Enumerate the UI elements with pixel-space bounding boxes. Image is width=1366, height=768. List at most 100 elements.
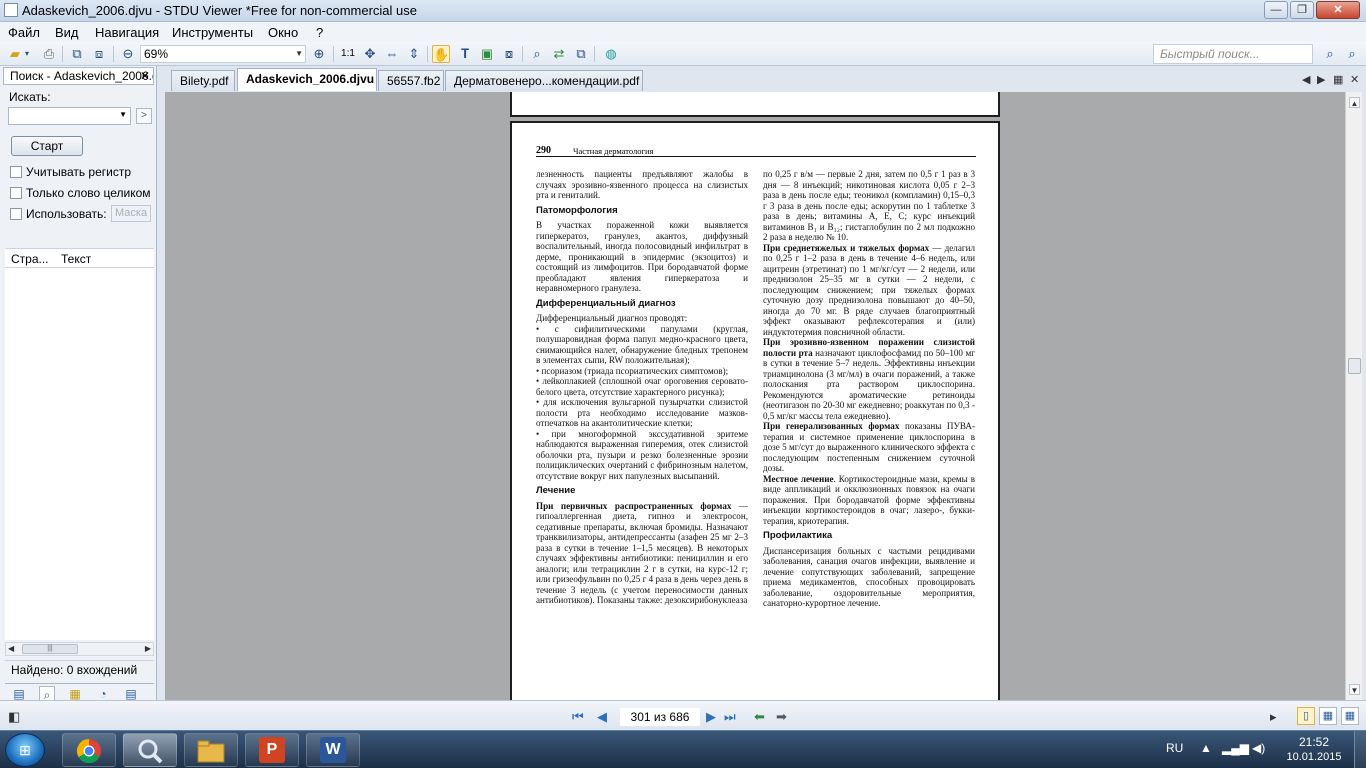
collapse-panel-icon[interactable]: ◧ xyxy=(8,709,20,725)
page-layout-icon[interactable]: ⧈ xyxy=(90,45,108,63)
last-page-icon[interactable]: ⏭ xyxy=(724,709,736,725)
paragraph: Диспансеризация больных с частыми рециди… xyxy=(763,545,975,609)
forward-icon[interactable]: ➡ xyxy=(776,709,787,725)
scroll-left-icon[interactable]: ◀ xyxy=(8,643,14,655)
case-checkbox[interactable] xyxy=(10,166,22,178)
menu-navigation[interactable]: Навигация xyxy=(95,25,159,40)
zoom-in-icon[interactable]: ⊕ xyxy=(310,45,328,63)
copy-icon[interactable]: ⧉ xyxy=(572,45,590,63)
continuous-view-icon[interactable]: ▦ xyxy=(1319,707,1337,725)
page-indicator[interactable]: 301 из 686 xyxy=(620,708,700,726)
network-icon[interactable]: ▂▄▆ xyxy=(1222,741,1249,755)
paragraph: • псориазом (триада псориатических симпт… xyxy=(536,365,729,376)
word-icon[interactable]: W xyxy=(306,733,360,767)
close-icon[interactable]: ✕ xyxy=(140,68,150,84)
fit-width-icon[interactable]: ⇔ xyxy=(383,45,401,63)
actual-size-icon[interactable]: 1:1 xyxy=(339,45,357,63)
tab-prev-icon[interactable]: ◀ xyxy=(1302,73,1310,86)
sync-icon[interactable]: ⇄ xyxy=(550,45,568,63)
paragraph-lead: При среднетяжелых и тяжелых формах xyxy=(763,242,930,253)
back-icon[interactable]: ⬅ xyxy=(754,709,765,725)
hand-tool-icon[interactable]: ✋ xyxy=(432,45,450,63)
globe-icon[interactable]: ◍ xyxy=(602,45,620,63)
paragraph: При генерализованных формах показаны ПУВ… xyxy=(763,421,975,474)
case-label: Учитывать регистр xyxy=(26,165,132,179)
language-indicator[interactable]: RU xyxy=(1166,741,1183,755)
zoom-select[interactable]: 69% ▼ xyxy=(140,45,306,63)
fit-height-icon[interactable]: ⇕ xyxy=(405,45,423,63)
column-page[interactable]: Стра... xyxy=(11,252,49,266)
start-button[interactable]: Старт xyxy=(11,136,83,156)
zoom-out-icon[interactable]: ⊖ xyxy=(119,45,137,63)
column-text[interactable]: Текст xyxy=(61,252,91,266)
menu-view[interactable]: Вид xyxy=(55,25,79,40)
paragraph: • для исключения вульгарной пузырчатки с… xyxy=(536,397,748,428)
search-input[interactable]: ▼ xyxy=(8,107,131,125)
vertical-scrollbar[interactable]: ▲ ▼ xyxy=(1345,92,1362,700)
single-page-view-icon[interactable]: ▯ xyxy=(1297,707,1315,725)
paragraph-text: назначают циклофосфамид по 50–100 мг в с… xyxy=(763,347,975,421)
scroll-right-icon[interactable]: ▶ xyxy=(145,643,151,655)
paragraph-lead: Местное лечение xyxy=(763,473,834,484)
prev-page-icon[interactable]: ◀ xyxy=(597,709,607,725)
first-page-icon[interactable]: ⏮ xyxy=(572,709,584,725)
use-mode-select[interactable]: Маска xyxy=(111,205,151,222)
document-view[interactable]: 290 Частная дерматология лезненность пац… xyxy=(165,92,1345,700)
horizontal-scrollbar[interactable]: ◀ ||| ▶ xyxy=(5,642,154,656)
show-desktop-button[interactable] xyxy=(1354,731,1366,768)
tab-next-icon[interactable]: ▶ xyxy=(1317,73,1325,86)
explorer-icon[interactable] xyxy=(184,733,238,767)
paragraph: лезненность пациенты предъявляют жалобы … xyxy=(536,169,748,200)
chrome-icon[interactable] xyxy=(62,733,116,767)
current-page: 290 Частная дерматология лезненность пац… xyxy=(510,121,1000,700)
stdu-viewer-icon[interactable] xyxy=(123,733,177,767)
tab-close-icon[interactable]: ✕ xyxy=(1350,73,1359,86)
search-options-icon[interactable]: ⌕ xyxy=(1343,45,1361,63)
open-dropdown-icon[interactable]: ▾ xyxy=(22,45,32,63)
use-checkbox[interactable] xyxy=(10,208,22,220)
image-select-icon[interactable]: ▣ xyxy=(478,45,496,63)
quick-search-input[interactable]: Быстрый поиск... xyxy=(1153,44,1313,64)
menu-tools[interactable]: Инструменты xyxy=(172,25,253,40)
tab-list-icon[interactable]: ▦ xyxy=(1333,73,1343,86)
system-tray: RU ▲ ▂▄▆ ◀) 21:52 10.01.2015 xyxy=(1156,731,1366,768)
next-page-icon[interactable]: ▶ xyxy=(706,709,716,725)
status-bar: ◧ ⏮ ◀ 301 из 686 ▶ ⏭ ⬅ ➡ ▸ ▯ ▦ ▦ xyxy=(0,700,1366,730)
search-go-button[interactable]: > xyxy=(136,108,152,124)
start-button[interactable]: ⊞ xyxy=(5,733,45,767)
found-count: Найдено: 0 вхождений xyxy=(5,660,154,678)
facing-view-icon[interactable]: ▦ xyxy=(1341,707,1359,725)
clock-date[interactable]: 10.01.2015 xyxy=(1274,751,1354,763)
menu-help[interactable]: ? xyxy=(316,25,323,40)
results-header: Стра... Текст xyxy=(5,248,154,268)
search-icon[interactable]: ⌕ xyxy=(1321,45,1339,63)
menu-file[interactable]: Файл xyxy=(8,25,40,40)
text-select-icon[interactable]: 𝐓 xyxy=(456,45,474,63)
tab-adaskevich[interactable]: Adaskevich_2006.djvu xyxy=(237,68,377,91)
volume-icon[interactable]: ◀) xyxy=(1252,741,1265,755)
menu-window[interactable]: Окно xyxy=(268,25,298,40)
tab-56557[interactable]: 56557.fb2 xyxy=(378,70,444,91)
print-icon[interactable]: ⎙ xyxy=(40,45,58,63)
powerpoint-icon[interactable]: P xyxy=(245,733,299,767)
paragraph: При первичных распространенных формах — … xyxy=(536,501,748,606)
find-icon[interactable]: ⌕ xyxy=(528,45,546,63)
clock-time[interactable]: 21:52 xyxy=(1284,735,1344,749)
scroll-down-icon[interactable]: ▼ xyxy=(1349,684,1360,695)
tray-expand-icon[interactable]: ▲ xyxy=(1200,741,1212,755)
results-list[interactable] xyxy=(5,268,154,640)
scroll-thumb[interactable] xyxy=(1348,358,1361,374)
snapshot-icon[interactable]: ⧇ xyxy=(500,45,518,63)
minimize-button[interactable]: — xyxy=(1264,1,1288,19)
whole-word-checkbox[interactable] xyxy=(10,187,22,199)
paragraph-text: — делагил по 0,25 г 1–2 раза в день в те… xyxy=(763,242,975,337)
fit-page-icon[interactable]: ✥ xyxy=(361,45,379,63)
tab-bilety[interactable]: Bilety.pdf xyxy=(171,70,235,91)
maximize-button[interactable]: ❐ xyxy=(1290,1,1314,19)
close-button[interactable]: ✕ xyxy=(1316,1,1360,19)
prev-page-view-icon[interactable]: ⧉ xyxy=(68,45,86,63)
running-title: Частная дерматология xyxy=(573,146,654,156)
scroll-thumb[interactable]: ||| xyxy=(22,644,78,654)
scroll-up-icon[interactable]: ▲ xyxy=(1349,97,1360,108)
tab-dermatovenero[interactable]: Дерматовенеро...комендации.pdf xyxy=(445,70,643,91)
